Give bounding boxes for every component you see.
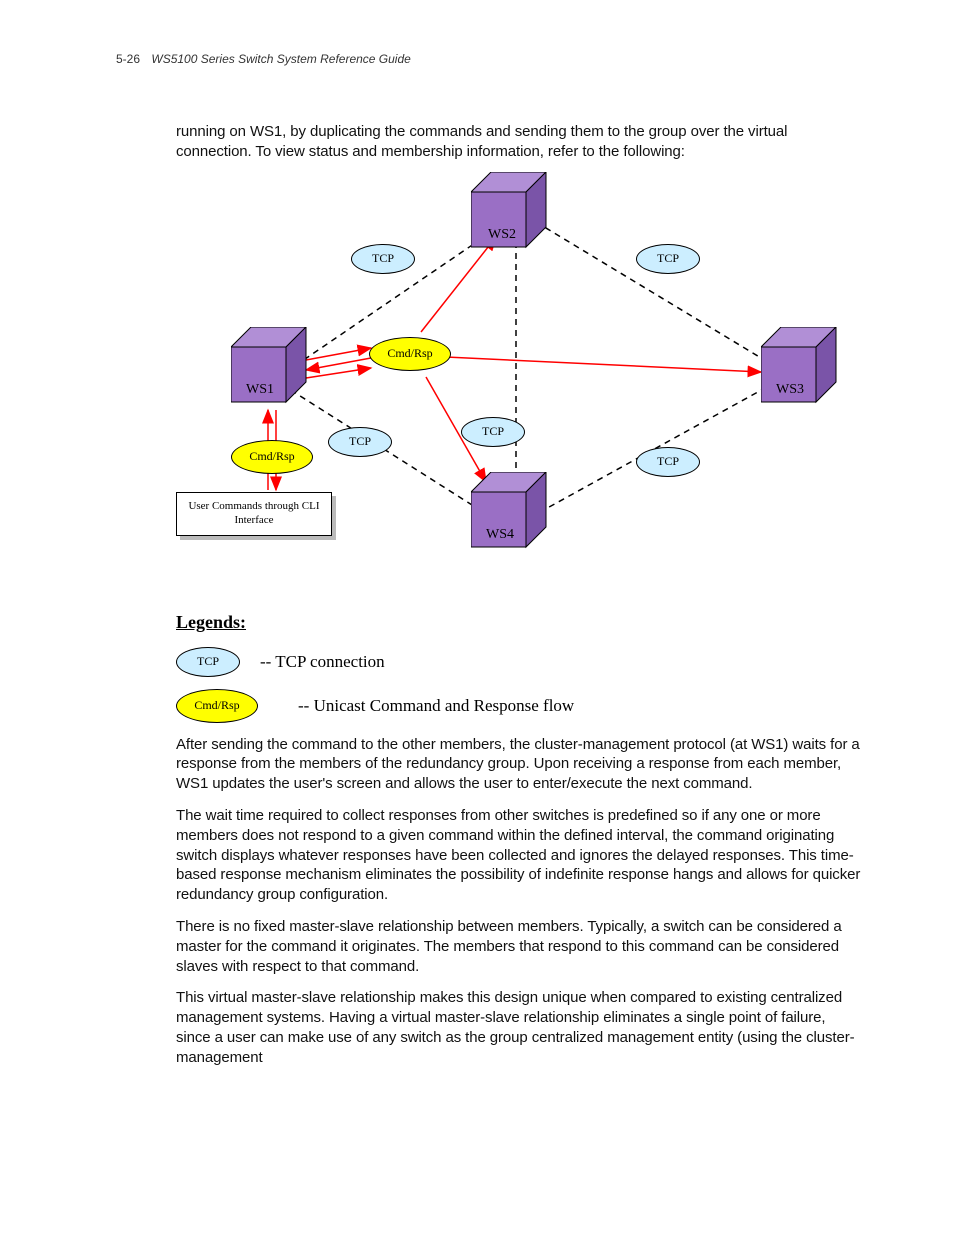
page: 5-26 WS5100 Series Switch System Referen… [0, 0, 954, 1235]
tcp-ellipse: TCP [636, 447, 700, 477]
node-ws4-label: WS4 [486, 527, 514, 543]
page-header: 5-26 WS5100 Series Switch System Referen… [116, 52, 864, 66]
legends: Legends: TCP -- TCP connection Cmd/Rsp -… [176, 612, 864, 723]
legend-cmd-icon: Cmd/Rsp [176, 689, 258, 723]
cli-box-label: User Commands through CLI Interface [176, 492, 332, 536]
legend-row-cmd: Cmd/Rsp -- Unicast Command and Response … [176, 689, 864, 723]
tcp-ellipse: TCP [461, 417, 525, 447]
node-ws2-icon [471, 172, 556, 257]
legend-tcp-desc: -- TCP connection [260, 652, 385, 672]
paragraph-4: There is no fixed master-slave relations… [176, 917, 864, 976]
tcp-ellipse: TCP [636, 244, 700, 274]
node-ws3-label: WS3 [776, 382, 804, 398]
node-ws1-label: WS1 [246, 382, 274, 398]
tcp-ellipse: TCP [351, 244, 415, 274]
diagram-cluster: WS1 WS2 WS3 WS4 TCP TCP TCP TCP TCP Cmd/… [176, 172, 856, 572]
cmdrsp-ellipse: Cmd/Rsp [369, 337, 451, 371]
legends-title: Legends: [176, 612, 864, 633]
legend-cmd-desc: -- Unicast Command and Response flow [298, 696, 574, 716]
node-ws1-icon [231, 327, 316, 412]
paragraph-5: This virtual master-slave relationship m… [176, 988, 864, 1067]
tcp-ellipse: TCP [328, 427, 392, 457]
page-number: 5-26 [116, 52, 140, 66]
legend-tcp-icon: TCP [176, 647, 240, 677]
cli-box: User Commands through CLI Interface [176, 492, 336, 538]
paragraph-3: The wait time required to collect respon… [176, 806, 864, 905]
legend-row-tcp: TCP -- TCP connection [176, 647, 864, 677]
paragraph-intro: running on WS1, by duplicating the comma… [176, 122, 864, 162]
node-ws4-icon [471, 472, 556, 557]
paragraph-2: After sending the command to the other m… [176, 735, 864, 794]
node-ws3-icon [761, 327, 846, 412]
cmdrsp-ellipse: Cmd/Rsp [231, 440, 313, 474]
header-title: WS5100 Series Switch System Reference Gu… [151, 52, 410, 66]
node-ws2-label: WS2 [488, 227, 516, 243]
